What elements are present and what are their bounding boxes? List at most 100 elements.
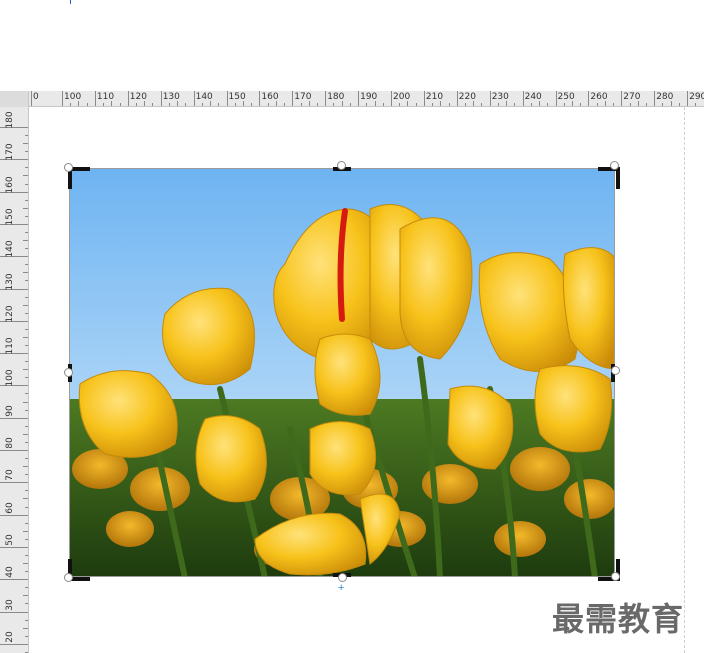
ruler-label: 80 bbox=[5, 437, 15, 449]
text-cursor-mark bbox=[70, 0, 71, 4]
ruler-minor-tick bbox=[275, 101, 277, 106]
ruler-minor-tick bbox=[25, 619, 28, 621]
ruler-minor-tick bbox=[25, 361, 28, 363]
ruler-minor-tick bbox=[267, 103, 269, 106]
resize-handle-bottom-left[interactable] bbox=[64, 573, 73, 582]
ruler-minor-tick bbox=[432, 103, 434, 106]
ruler-major-tick bbox=[391, 91, 392, 106]
ruler-label: 20 bbox=[5, 631, 15, 643]
ruler-minor-tick bbox=[23, 498, 28, 500]
ruler-minor-tick bbox=[23, 175, 28, 177]
ruler-minor-tick bbox=[23, 433, 28, 435]
ruler-minor-tick bbox=[234, 103, 236, 106]
ruler-minor-tick bbox=[629, 103, 631, 106]
ruler-major-tick bbox=[325, 91, 327, 106]
vertical-ruler[interactable]: 180 170 160 150 140 130 120 110 100 90 80 70 60 50 40 3… bbox=[0, 107, 29, 653]
ruler-major-tick bbox=[621, 91, 623, 106]
ruler-minor-tick bbox=[514, 103, 516, 106]
resize-handle-bottom[interactable] bbox=[338, 573, 347, 582]
ruler-minor-tick bbox=[571, 101, 573, 106]
ruler-minor-tick bbox=[465, 103, 467, 106]
ruler-minor-tick bbox=[613, 103, 615, 106]
ruler-label: 160 bbox=[5, 176, 15, 194]
ruler-minor-tick bbox=[25, 554, 28, 556]
ruler-minor-tick bbox=[23, 466, 28, 468]
ruler-minor-tick bbox=[308, 101, 310, 106]
ruler-major-tick bbox=[226, 91, 228, 106]
ruler-minor-tick bbox=[25, 199, 28, 201]
ruler-major-tick bbox=[358, 91, 360, 106]
ruler-minor-tick bbox=[678, 103, 680, 106]
ruler-label: 70 bbox=[5, 469, 15, 482]
ruler-major-tick bbox=[555, 91, 557, 106]
ruler-label: 0 bbox=[33, 92, 39, 102]
ruler-label: 140 bbox=[5, 240, 15, 258]
ruler-label: 50 bbox=[5, 534, 15, 546]
ruler-label: 90 bbox=[5, 404, 15, 417]
ruler-minor-tick bbox=[25, 280, 28, 282]
ruler-major-tick bbox=[127, 91, 129, 106]
ruler-minor-tick bbox=[333, 103, 335, 106]
ruler-minor-tick bbox=[366, 103, 368, 106]
ruler-minor-tick bbox=[530, 103, 532, 106]
ruler-minor-tick bbox=[25, 377, 28, 379]
ruler-label: 170 bbox=[5, 143, 15, 161]
resize-handle-right[interactable] bbox=[611, 366, 620, 375]
ruler-minor-tick bbox=[177, 101, 179, 106]
ruler-minor-tick bbox=[580, 103, 582, 106]
ruler-minor-tick bbox=[25, 248, 28, 250]
ruler-minor-tick bbox=[695, 103, 697, 106]
ruler-label: 150 bbox=[5, 208, 15, 226]
ruler-minor-tick bbox=[506, 101, 508, 106]
ruler-minor-tick bbox=[103, 103, 105, 106]
ruler-minor-tick bbox=[201, 103, 203, 106]
ruler-minor-tick bbox=[25, 635, 28, 637]
ruler-minor-tick bbox=[23, 401, 28, 403]
ruler-minor-tick bbox=[399, 103, 401, 106]
ruler-minor-tick bbox=[23, 240, 28, 242]
ruler-label: 100 bbox=[5, 369, 15, 387]
ruler-minor-tick bbox=[23, 563, 28, 565]
ruler-minor-tick bbox=[25, 151, 28, 153]
ruler-minor-tick bbox=[349, 103, 351, 106]
tulip-picture[interactable] bbox=[69, 168, 615, 577]
ruler-minor-tick bbox=[25, 409, 28, 411]
ruler-minor-tick bbox=[25, 474, 28, 476]
ruler-minor-tick bbox=[25, 264, 28, 266]
ruler-minor-tick bbox=[25, 393, 28, 395]
ruler-minor-tick bbox=[25, 603, 28, 605]
ruler-major-tick bbox=[654, 91, 656, 106]
ruler-minor-tick bbox=[23, 207, 28, 209]
ruler-minor-tick bbox=[407, 101, 409, 106]
ruler-minor-tick bbox=[25, 571, 28, 573]
ruler-minor-tick bbox=[25, 345, 28, 347]
ruler-minor-tick bbox=[23, 595, 28, 597]
ruler-minor-tick bbox=[70, 103, 72, 106]
ruler-minor-tick bbox=[670, 101, 672, 106]
ruler-minor-tick bbox=[23, 143, 28, 145]
ruler-minor-tick bbox=[144, 101, 146, 106]
resize-handle-top-left[interactable] bbox=[64, 163, 73, 172]
ruler-minor-tick bbox=[473, 101, 475, 106]
resize-handle-left[interactable] bbox=[64, 368, 73, 377]
page-margin-guide bbox=[684, 107, 685, 653]
ruler-minor-tick bbox=[415, 103, 417, 106]
ruler-minor-tick bbox=[497, 103, 499, 106]
horizontal-ruler[interactable]: 0 100 110 120 130 140 150 160 170 180 190 200 210 220… bbox=[0, 91, 704, 107]
ruler-major-tick bbox=[292, 91, 294, 106]
crop-handle-top-right[interactable] bbox=[598, 167, 620, 189]
ruler-minor-tick bbox=[284, 103, 286, 106]
resize-handle-top-right[interactable] bbox=[610, 161, 619, 170]
ruler-major-tick bbox=[489, 91, 491, 106]
ruler-major-tick bbox=[456, 91, 458, 106]
ruler-minor-tick bbox=[25, 183, 28, 185]
ruler-major-tick bbox=[423, 91, 425, 106]
anchor-plus-icon: + bbox=[338, 582, 345, 594]
resize-handle-top[interactable] bbox=[337, 161, 346, 170]
ruler-minor-tick bbox=[168, 103, 170, 106]
resize-handle-bottom-right[interactable] bbox=[611, 572, 620, 581]
ruler-major-tick bbox=[687, 91, 689, 106]
ruler-minor-tick bbox=[25, 296, 28, 298]
ruler-minor-tick bbox=[25, 522, 28, 524]
ruler-minor-tick bbox=[119, 103, 121, 106]
